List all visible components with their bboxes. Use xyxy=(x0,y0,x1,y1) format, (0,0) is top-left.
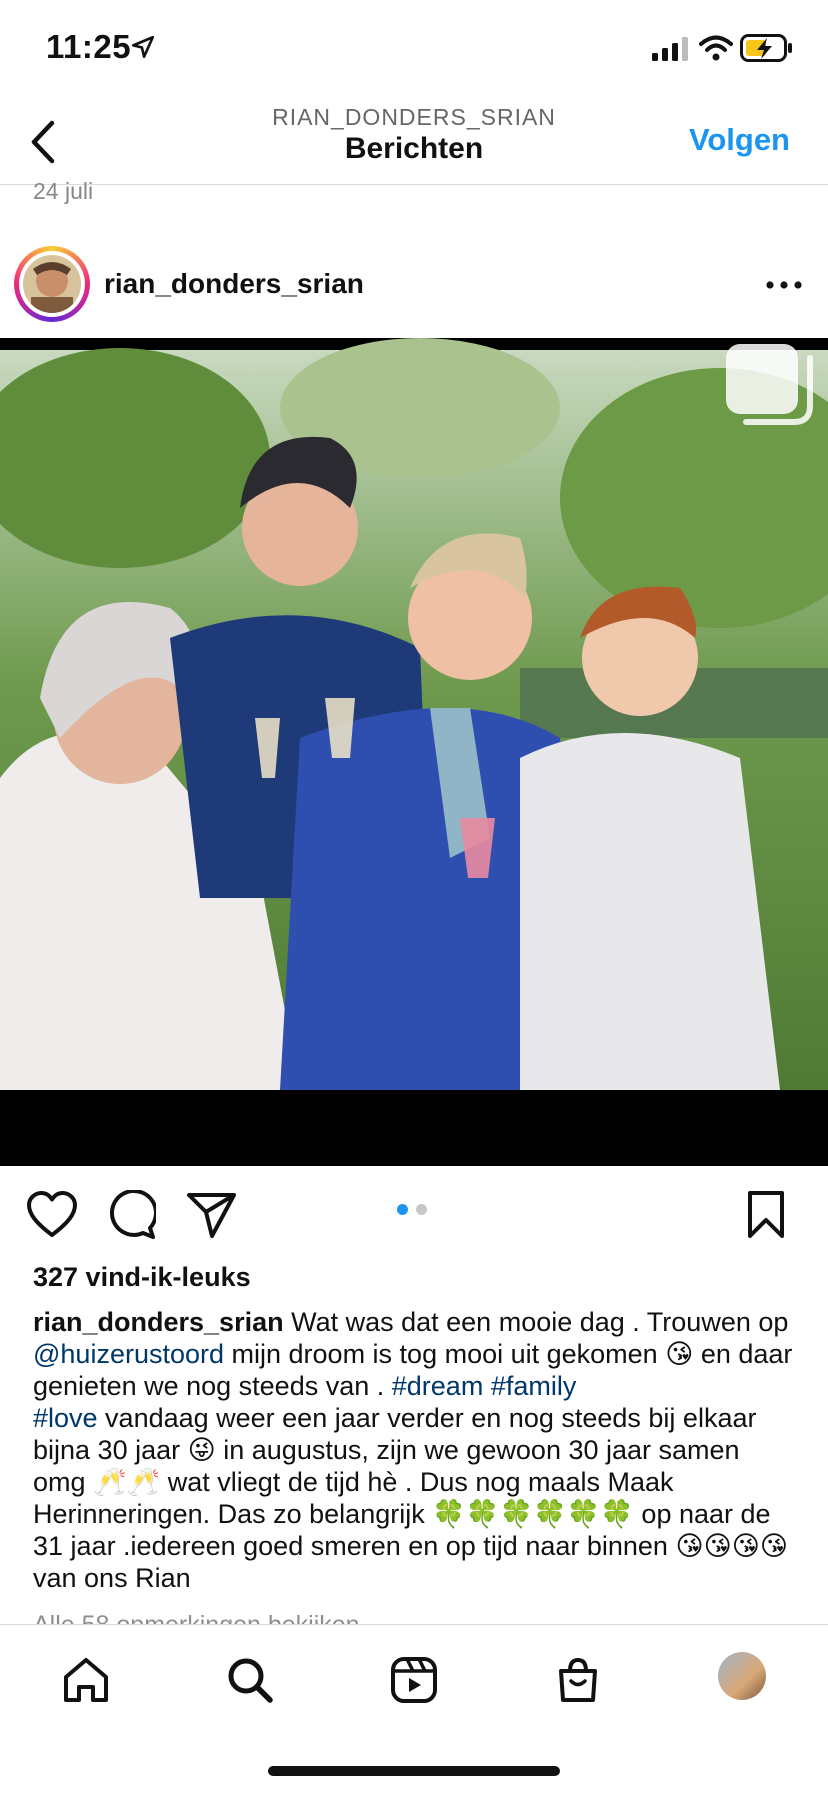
avatar[interactable] xyxy=(23,255,81,313)
location-arrow-icon xyxy=(131,35,155,59)
header-divider xyxy=(0,184,828,185)
nav-profile-avatar[interactable] xyxy=(718,1652,766,1700)
nav-reels[interactable] xyxy=(386,1652,442,1708)
home-icon xyxy=(64,1658,108,1702)
view-all-comments-link[interactable]: Alle 58 opmerkingen bekijken xyxy=(33,1610,360,1624)
mention-link[interactable]: @huizerustoord xyxy=(33,1339,224,1369)
reels-icon xyxy=(391,1657,437,1703)
search-icon xyxy=(228,1658,273,1703)
caption-text: vandaag weer een jaar verder en nog stee… xyxy=(33,1403,789,1593)
nav-shop[interactable] xyxy=(550,1652,606,1708)
caption-space xyxy=(483,1371,491,1401)
caption-text: Wat was dat een mooie dag . Trouwen op xyxy=(283,1307,789,1337)
battery-charging-icon xyxy=(740,34,792,62)
more-horizontal-icon xyxy=(766,281,802,289)
carousel-dots xyxy=(397,1204,427,1215)
hashtag-link[interactable]: #family xyxy=(491,1371,577,1401)
wifi-icon xyxy=(699,35,733,61)
heart-icon[interactable] xyxy=(26,1190,78,1240)
home-indicator xyxy=(268,1766,560,1776)
family-photo xyxy=(0,338,828,1166)
status-time: 11:25 xyxy=(46,28,132,65)
bookmark-icon[interactable] xyxy=(746,1190,786,1240)
like-count[interactable]: 327 vind-ik-leuks xyxy=(33,1262,251,1293)
post-image[interactable] xyxy=(0,338,828,1166)
follow-button[interactable]: Volgen xyxy=(689,122,790,158)
comment-icon[interactable] xyxy=(106,1190,156,1240)
nav-home[interactable] xyxy=(58,1652,114,1708)
carousel-dot xyxy=(416,1204,427,1215)
post-username[interactable]: rian_donders_srian xyxy=(104,268,364,300)
caption-author[interactable]: rian_donders_srian xyxy=(33,1307,284,1337)
post-caption: rian_donders_srian Wat was dat een mooie… xyxy=(33,1306,799,1594)
hashtag-link[interactable]: #dream xyxy=(392,1371,484,1401)
hashtag-link[interactable]: #love xyxy=(33,1403,98,1433)
nav-search[interactable] xyxy=(222,1652,278,1708)
carousel-dot-active xyxy=(397,1204,408,1215)
previous-post-date: 24 juli xyxy=(33,178,94,204)
cellular-signal-icon xyxy=(652,37,688,61)
carousel-indicator-icon xyxy=(726,344,816,428)
shop-bag-icon xyxy=(559,1657,597,1702)
avatar-illustration xyxy=(23,255,81,313)
more-options-button[interactable] xyxy=(762,270,806,300)
send-icon[interactable] xyxy=(186,1190,238,1240)
